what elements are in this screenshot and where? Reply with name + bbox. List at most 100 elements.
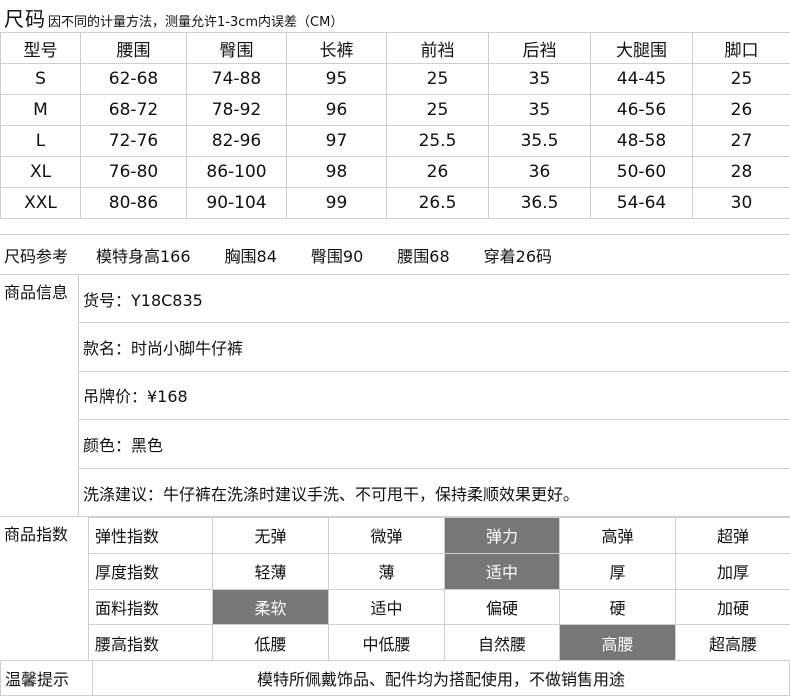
size-header-cell: 型号 <box>0 32 81 64</box>
size-header-cell: 大腿围 <box>590 32 693 64</box>
index-option: 偏硬 <box>444 588 560 626</box>
index-option: 微弹 <box>328 517 445 554</box>
index-option: 轻薄 <box>212 552 329 590</box>
tip-text: 模特所佩戴饰品、配件均为搭配使用，不做销售用途 <box>256 670 625 689</box>
index-option: 超高腰 <box>675 624 790 661</box>
size-cell: 76-80 <box>80 156 187 188</box>
size-cell: 25 <box>692 63 790 95</box>
index-row-name: 厚度指数 <box>88 552 213 590</box>
size-cell: 26.5 <box>386 187 489 219</box>
size-title: 尺码 <box>4 7 46 31</box>
product-tag-price: 吊牌价：¥168 <box>79 372 790 421</box>
size-header-cell: 前裆 <box>386 32 489 64</box>
size-row: M 68-72 78-92 96 25 35 46-56 26 <box>0 94 790 126</box>
size-cell: 26 <box>692 94 790 126</box>
product-info-section: 商品信息 货号：Y18C835 款名：时尚小脚牛仔裤 吊牌价：¥168 颜色：黑… <box>0 275 790 517</box>
product-wash-advice: 洗涤建议：牛仔裤在洗涤时建议手洗、不可甩干，保持柔顺效果更好。 <box>83 484 580 504</box>
size-cell: 35.5 <box>488 125 591 157</box>
product-index-label: 商品指数 <box>4 525 69 544</box>
size-cell: 95 <box>286 63 387 95</box>
size-cell: 80-86 <box>80 187 187 219</box>
size-cell: 46-56 <box>590 94 693 126</box>
size-row: XXL 80-86 90-104 99 26.5 36.5 54-64 30 <box>0 187 790 219</box>
size-cell: 78-92 <box>186 94 287 126</box>
size-cell: 25 <box>386 63 489 95</box>
size-cell: 48-58 <box>590 125 693 157</box>
product-index-table: 弹性指数 无弹 微弹 弹力 高弹 超弹 厚度指数 轻薄薄适中厚加厚 面料指数 柔软 适中 偏硬硬加硬腰… <box>88 517 790 661</box>
size-header-row: 型号 腰围 臀围 长裤 前裆 后裆 大腿围 脚口 <box>0 32 790 64</box>
size-cell: 68-72 <box>80 94 187 126</box>
size-cell: 82-96 <box>186 125 287 157</box>
size-reference-row: 尺码参考 模特身高166 胸围84 臀围90 腰围68 穿着26码 <box>0 234 790 275</box>
size-cell: 44-45 <box>590 63 693 95</box>
tip-label: 温馨提示 <box>1 661 93 695</box>
index-option-selected: 柔软 <box>212 588 329 626</box>
size-header-cell: 后裆 <box>488 32 591 64</box>
size-cell: 36.5 <box>488 187 591 219</box>
size-row: XL 76-80 86-100 98 26 36 50-60 28 <box>0 156 790 188</box>
index-row-name: 腰高指数 <box>88 624 213 661</box>
product-style-name: 款名：时尚小脚牛仔裤 <box>79 323 790 372</box>
size-header-cell: 长裤 <box>286 32 387 64</box>
index-option: 厚 <box>559 552 676 590</box>
size-cell: 99 <box>286 187 387 219</box>
index-option: 加硬 <box>675 588 790 626</box>
size-cell: S <box>0 63 81 95</box>
size-header-cell: 脚口 <box>692 32 790 64</box>
reference-chest: 胸围84 <box>224 246 277 266</box>
index-row: 腰高指数 低腰 中低腰 自然腰 高腰 超高腰 <box>88 624 790 661</box>
product-sku: 货号：Y18C835 <box>79 275 790 324</box>
size-cell: 35 <box>488 63 591 95</box>
size-table: 型号 腰围 臀围 长裤 前裆 后裆 大腿围 脚口 S 62-68 74-88 95 25 35 44-45 2… <box>0 32 790 219</box>
index-option-selected: 适中 <box>444 552 560 590</box>
index-row: 厚度指数 轻薄薄适中厚加厚 <box>88 552 790 590</box>
size-cell: 25 <box>386 94 489 126</box>
product-color: 颜色：黑色 <box>79 420 790 469</box>
size-cell: 96 <box>286 94 387 126</box>
index-option-selected: 弹力 <box>444 517 560 554</box>
size-cell: 50-60 <box>590 156 693 188</box>
size-cell: 90-104 <box>186 187 287 219</box>
size-row: L 72-76 82-96 97 25.5 35.5 48-58 27 <box>0 125 790 157</box>
index-row: 面料指数 柔软 适中 偏硬硬加硬 <box>88 588 790 626</box>
size-cell: 27 <box>692 125 790 157</box>
product-info-box: 货号：Y18C835 款名：时尚小脚牛仔裤 吊牌价：¥168 颜色：黑色 洗涤建… <box>78 275 790 517</box>
size-header-cell: 臀围 <box>186 32 287 64</box>
index-option: 硬 <box>559 588 676 626</box>
size-row: S 62-68 74-88 95 25 35 44-45 25 <box>0 63 790 95</box>
size-cell: L <box>0 125 81 157</box>
index-row: 弹性指数 无弹 微弹 弹力 高弹 超弹 <box>88 517 790 554</box>
size-cell: 26 <box>386 156 489 188</box>
index-option: 超弹 <box>675 517 790 554</box>
size-cell: XXL <box>0 187 81 219</box>
size-cell: 36 <box>488 156 591 188</box>
size-cell: 28 <box>692 156 790 188</box>
size-reference-label: 尺码参考 <box>4 246 69 266</box>
index-option: 高弹 <box>559 517 676 554</box>
size-cell: 97 <box>286 125 387 157</box>
size-cell: XL <box>0 156 81 188</box>
index-option: 低腰 <box>212 624 329 661</box>
index-option: 中低腰 <box>328 624 445 661</box>
index-option: 薄 <box>328 552 445 590</box>
size-cell: 30 <box>692 187 790 219</box>
index-row-name: 弹性指数 <box>88 517 213 554</box>
size-section-title: 尺码 因不同的计量方法，测量允许1-3cm内误差（CM） <box>4 4 343 32</box>
product-index-section: 商品指数 弹性指数 无弹 微弹 弹力 高弹 超弹 厚度指数 轻薄薄适中厚加厚 面料指数 柔软 适中偏… <box>0 517 790 661</box>
index-row-name: 面料指数 <box>88 588 213 626</box>
size-cell: M <box>0 94 81 126</box>
size-header-cell: 腰围 <box>80 32 187 64</box>
index-option-selected: 高腰 <box>559 624 676 661</box>
size-note: 因不同的计量方法，测量允许1-3cm内误差（CM） <box>48 15 344 30</box>
size-cell: 62-68 <box>80 63 187 95</box>
index-option: 加厚 <box>675 552 790 590</box>
product-info-label: 商品信息 <box>4 283 69 302</box>
size-cell: 35 <box>488 94 591 126</box>
size-cell: 86-100 <box>186 156 287 188</box>
index-option: 无弹 <box>212 517 329 554</box>
size-cell: 98 <box>286 156 387 188</box>
reference-wear-size: 穿着26码 <box>483 246 553 266</box>
size-cell: 72-76 <box>80 125 187 157</box>
size-cell: 54-64 <box>590 187 693 219</box>
size-cell: 25.5 <box>386 125 489 157</box>
